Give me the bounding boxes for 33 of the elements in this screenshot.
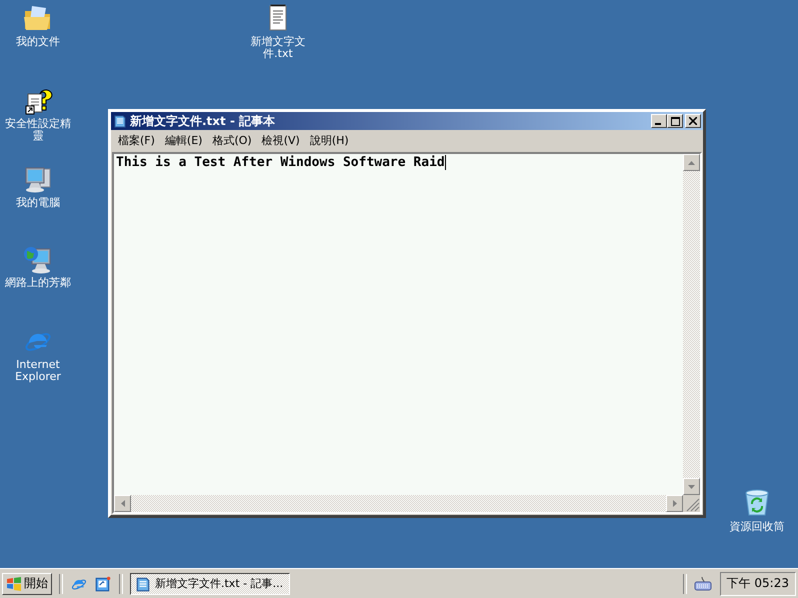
keyboard-icon[interactable] — [694, 576, 712, 590]
menu-item[interactable]: 檢視(V) — [256, 133, 305, 148]
up-arrow-icon[interactable] — [688, 160, 695, 164]
taskbar-button[interactable]: 新增文字文件.txt - 記事... — [130, 572, 290, 594]
menu-item[interactable]: 說明(H) — [304, 133, 354, 148]
windows-flag-icon — [6, 576, 22, 590]
horizontal-scrollbar[interactable] — [114, 495, 683, 512]
left-arrow-icon[interactable] — [120, 500, 124, 507]
desktop-icon[interactable] — [94, 574, 112, 592]
icon-label[interactable]: 我的電腦 — [16, 197, 60, 209]
close-icon — [689, 117, 697, 125]
maximize-icon — [670, 116, 680, 126]
maximize-button[interactable] — [667, 114, 683, 128]
icon-label[interactable]: 我的文件 — [16, 36, 60, 48]
menu-item[interactable]: 檔案(F) — [113, 133, 160, 148]
down-arrow-icon[interactable] — [688, 484, 695, 488]
vertical-scrollbar[interactable] — [683, 154, 700, 495]
icon-label[interactable]: 新增文字文件.txt — [238, 36, 318, 60]
text-editor[interactable]: This is a Test After Windows Software Raid — [114, 154, 683, 495]
icon-label[interactable]: 安全性設定精靈 — [0, 118, 76, 142]
close-button[interactable] — [685, 114, 701, 128]
icon-label[interactable]: 網路上的芳鄰 — [5, 277, 71, 289]
icon-label[interactable]: Internet Explorer — [0, 359, 76, 383]
notepad-icon — [135, 576, 151, 592]
menu-item[interactable]: 編輯(E) — [160, 133, 208, 148]
right-arrow-icon[interactable] — [672, 500, 676, 507]
start-button[interactable]: 開始 — [2, 572, 52, 594]
icon-label[interactable]: 資源回收筒 — [730, 521, 784, 533]
clock[interactable]: 下午 05:23 — [726, 575, 789, 592]
minimize-button[interactable] — [651, 114, 667, 128]
window-title: 新增文字文件.txt - 記事本 — [130, 112, 276, 130]
menu-item[interactable]: 格式(O) — [207, 133, 257, 148]
notepad-icon — [113, 114, 127, 128]
